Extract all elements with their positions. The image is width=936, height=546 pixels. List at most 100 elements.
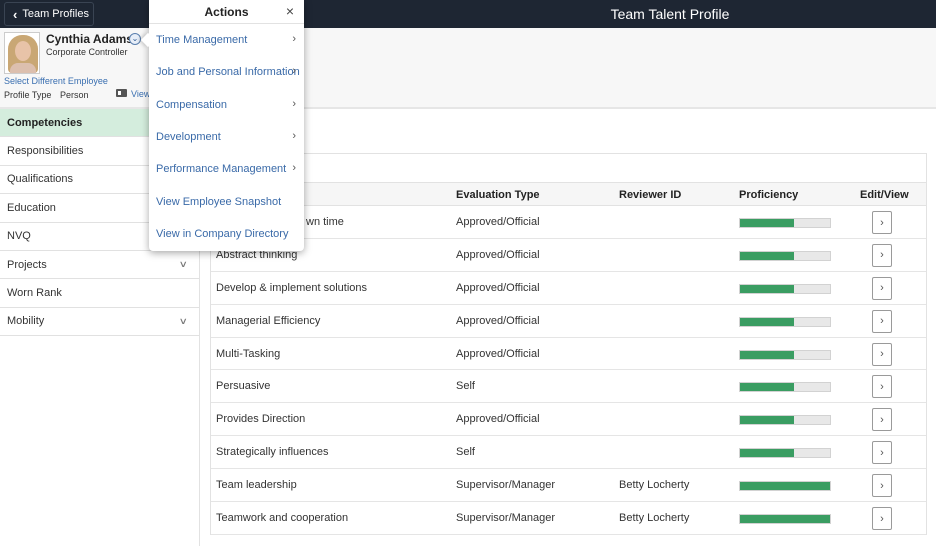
proficiency-bar (739, 250, 831, 261)
proficiency-bar (739, 316, 831, 327)
edit-view-button[interactable]: › (872, 211, 892, 234)
edit-view-button[interactable]: › (872, 243, 892, 267)
evaluation-type: Supervisor/Manager (456, 512, 556, 525)
proficiency-bar (739, 448, 831, 459)
menu-item-development[interactable]: Development › (149, 121, 304, 153)
edit-view-button[interactable]: › (872, 276, 892, 300)
proficiency-bar (739, 481, 831, 492)
actions-popup-menu: Actions × Time Management › Job and Person… (149, 0, 304, 251)
competency-name: Provides Direction (216, 413, 306, 426)
competency-name: Develop & implement solutions (216, 281, 368, 294)
evaluation-type: Supervisor/Manager (456, 479, 556, 492)
menu-item-label: Development (156, 131, 221, 144)
chevron-down-icon[interactable]: ∨ (179, 259, 188, 270)
proficiency-bar (739, 415, 831, 426)
menu-item-compensation[interactable]: Compensation › (149, 89, 304, 121)
sidebar-item-label: Competencies (7, 116, 83, 129)
evaluation-type: Approved/Official (456, 413, 540, 426)
proficiency-fill (740, 317, 794, 326)
menu-item-view-in-company-directory[interactable]: View in Company Directory (149, 218, 304, 250)
sidebar-item-label: Education (7, 201, 56, 214)
column-header-evaluation-type[interactable]: Evaluation Type (456, 189, 540, 201)
chevron-right-icon: › (292, 65, 296, 78)
back-button-label: Team Profiles (22, 8, 89, 20)
employee-avatar (4, 32, 40, 74)
evaluation-type: Self (456, 380, 475, 393)
evaluation-type: Approved/Official (456, 216, 540, 228)
evaluation-type: Approved/Official (456, 347, 540, 360)
reviewer-id: Betty Locherty (619, 479, 690, 492)
menu-item-performance-management[interactable]: Performance Management › (149, 153, 304, 185)
table-row: Persuasive Self › (211, 370, 926, 404)
sidebar-item-projects[interactable]: Projects ∨ (0, 251, 199, 280)
competency-name: Multi-Tasking (216, 347, 281, 360)
chevron-right-icon: › (292, 162, 296, 175)
sidebar-item-worn-rank[interactable]: Worn Rank (0, 279, 199, 308)
profile-type-value: Person (60, 90, 89, 100)
proficiency-fill (740, 350, 794, 359)
edit-view-button[interactable]: › (872, 507, 892, 531)
proficiency-fill (740, 515, 830, 524)
menu-item-label: View Employee Snapshot (156, 195, 282, 208)
proficiency-fill (740, 251, 794, 260)
table-body: wn time Approved/Official › Abstract thinki… (211, 206, 926, 535)
proficiency-fill (740, 482, 830, 491)
competencies-card: Evaluation Type Reviewer ID Proficiency … (210, 153, 927, 535)
table-row: Multi-Tasking Approved/Official › (211, 338, 926, 371)
chevron-right-icon: › (292, 97, 296, 110)
competency-name: Managerial Efficiency (216, 314, 321, 327)
proficiency-fill (740, 449, 794, 458)
table-row: Teamwork and cooperation Supervisor/Manag… (211, 502, 926, 535)
competency-name: Persuasive (216, 380, 271, 393)
edit-view-button[interactable]: › (872, 441, 892, 465)
edit-view-button[interactable]: › (872, 309, 892, 333)
column-header-proficiency[interactable]: Proficiency (739, 189, 798, 201)
sidebar-item-label: NVQ (7, 230, 31, 243)
chevron-right-icon: › (292, 129, 296, 142)
table-row: Abstract thinking Approved/Official › (211, 239, 926, 272)
edit-view-button[interactable]: › (872, 408, 892, 432)
menu-item-label: Performance Management (156, 163, 287, 176)
evaluation-type: Approved/Official (456, 248, 540, 261)
menu-item-time-management[interactable]: Time Management › (149, 24, 304, 56)
menu-item-label: Job and Personal Information (156, 66, 300, 79)
select-different-employee-link[interactable]: Select Different Employee (4, 76, 108, 86)
edit-view-button[interactable]: › (872, 375, 892, 399)
page-title: Team Talent Profile (610, 6, 730, 22)
menu-item-label: View in Company Directory (156, 227, 289, 240)
actions-popup-header: Actions × (149, 0, 304, 24)
menu-item-view-employee-snapshot[interactable]: View Employee Snapshot (149, 185, 304, 217)
table-row: wn time Approved/Official › (211, 206, 926, 239)
proficiency-fill (740, 219, 794, 227)
evaluation-type: Approved/Official (456, 281, 540, 294)
proficiency-bar (739, 382, 831, 393)
sidebar-item-label: Projects (7, 258, 47, 271)
proficiency-bar (739, 514, 831, 525)
table-row: Team leadership Supervisor/Manager Betty L… (211, 469, 926, 503)
edit-view-button[interactable]: › (872, 474, 892, 498)
menu-item-job-and-personal-information[interactable]: Job and Personal Information › (149, 56, 304, 88)
competency-name: Strategically influences (216, 446, 329, 459)
chevron-down-circle-icon[interactable]: ⌄ (129, 33, 141, 45)
sidebar-item-label: Worn Rank (7, 287, 62, 300)
evaluation-type: Approved/Official (456, 314, 540, 327)
employee-name: Cynthia Adams (46, 32, 133, 46)
chevron-down-icon[interactable]: ∨ (179, 316, 188, 327)
table-row: Strategically influences Self › (211, 436, 926, 470)
menu-item-label: Time Management (156, 34, 248, 47)
evaluation-type: Self (456, 446, 475, 459)
column-header-reviewer-id[interactable]: Reviewer ID (619, 189, 681, 201)
proficiency-fill (740, 383, 794, 392)
competency-name: Teamwork and cooperation (216, 512, 349, 525)
sidebar-item-mobility[interactable]: Mobility ∨ (0, 308, 199, 337)
back-to-team-profiles-button[interactable]: ‹ Team Profiles (4, 2, 94, 26)
column-header-edit-view: Edit/View (860, 189, 909, 201)
close-icon[interactable]: × (286, 3, 294, 19)
menu-item-label: Compensation (156, 98, 227, 111)
view-profile-link[interactable]: View (131, 89, 150, 99)
sidebar-item-label: Mobility (7, 315, 45, 328)
table-header: Evaluation Type Reviewer ID Proficiency … (211, 183, 926, 206)
proficiency-fill (740, 284, 794, 293)
employee-job-title: Corporate Controller (46, 47, 128, 57)
edit-view-button[interactable]: › (872, 342, 892, 366)
